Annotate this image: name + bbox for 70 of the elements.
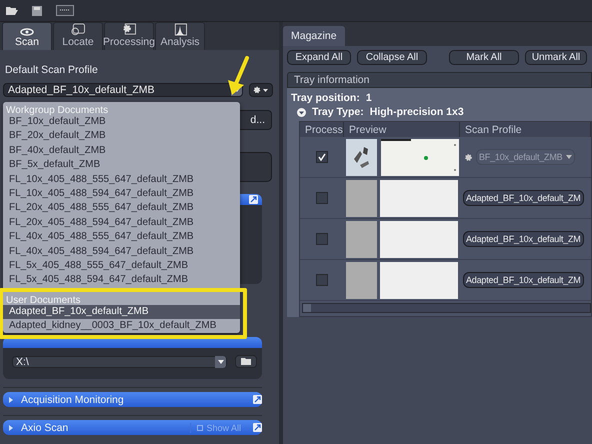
camera-icon <box>70 23 86 36</box>
folder-icon <box>241 358 251 365</box>
dropdown-item[interactable]: FL_5x_405_488_594_647_default_ZMB <box>3 273 240 288</box>
settings-button[interactable] <box>249 83 273 97</box>
dropdown-item[interactable]: BF_5x_default_ZMB <box>3 158 240 173</box>
toolbar-button[interactable]: Mark All <box>449 50 519 65</box>
dropdown-item[interactable]: BF_40x_default_ZMB <box>3 144 240 158</box>
dropdown-item[interactable]: BF_20x_default_ZMB <box>3 129 240 144</box>
gear-icon <box>121 23 137 36</box>
dropdown-item[interactable]: FL_20x_405_488_555_647_default_ZMB <box>3 201 240 216</box>
browse-button[interactable] <box>235 355 257 368</box>
checkbox[interactable] <box>316 192 328 204</box>
popout-icon[interactable] <box>249 195 258 204</box>
expand-icon <box>9 396 13 402</box>
dropdown-item[interactable]: FL_10x_405_488_555_647_default_ZMB <box>3 172 240 187</box>
tab[interactable]: Processing <box>104 22 154 50</box>
panel-title: Tray information <box>294 74 370 86</box>
checkbox-icon <box>197 424 204 430</box>
tab[interactable]: Scan <box>2 22 52 50</box>
check-icon <box>318 153 326 161</box>
expand-icon <box>9 424 13 430</box>
scan-profile-dropdown[interactable]: Adapted_BF_10x_default_ZM <box>463 272 584 288</box>
save-icon[interactable] <box>32 6 42 16</box>
dropdown-item[interactable]: FL_40x_405_488_555_647_default_ZMB <box>3 230 240 245</box>
field-label: Tray Type: <box>312 106 364 118</box>
eye-icon <box>20 28 34 36</box>
gear-icon <box>464 152 473 162</box>
slide-label-area <box>346 220 377 258</box>
dropdown-item[interactable]: FL_40x_405_488_594_647_default_ZMB <box>3 244 240 259</box>
field-value: High-precision 1x3 <box>370 106 464 118</box>
scan-profile-dropdown[interactable]: Adapted_BF_10x_default_ZM <box>463 231 584 247</box>
dropdown-item[interactable]: FL_5x_405_488_555_647_default_ZMB <box>3 258 240 274</box>
group-header: Workgroup Documents <box>6 105 108 116</box>
gear-icon <box>253 86 269 94</box>
slide-label-area <box>346 262 377 298</box>
dropdown-item[interactable]: FL_10x_405_488_594_647_default_ZMB <box>3 186 240 202</box>
scrollbar[interactable] <box>302 303 591 313</box>
popout-icon[interactable] <box>253 423 262 432</box>
field-label: Default Scan Profile <box>5 64 98 76</box>
column-header[interactable]: Process <box>300 122 344 137</box>
dropdown-item[interactable]: Adapted_BF_10x_default_ZMB <box>3 304 240 320</box>
annotation-arrow <box>226 56 250 96</box>
open-folder-icon[interactable] <box>6 6 18 16</box>
scan-profile-dropdown[interactable]: Adapted_BF_10x_default_ZMB <box>3 83 243 97</box>
column-header[interactable]: Scan Profile <box>460 122 591 137</box>
storage-path-field[interactable]: X:\ <box>12 356 227 368</box>
checkbox[interactable] <box>316 274 328 286</box>
tab[interactable]: Locate <box>53 22 103 50</box>
toolbar-button[interactable]: Unmark All <box>525 50 587 65</box>
toolbar-button[interactable]: Collapse All <box>357 50 427 65</box>
field-value: 1 <box>366 92 372 104</box>
slide-label-area <box>346 180 377 216</box>
scan-profile-dropdown[interactable]: Adapted_BF_10x_default_ZM <box>463 190 584 206</box>
collapse-icon[interactable] <box>297 108 306 116</box>
field-label: Tray position: <box>291 92 360 104</box>
section-header[interactable]: Acquisition Monitoring <box>3 392 262 407</box>
dropdown-item[interactable]: Adapted_kidney__0003_BF_10x_default_ZMB <box>3 319 240 334</box>
caret-icon <box>566 155 572 159</box>
keyboard-icon[interactable] <box>56 5 74 16</box>
checkbox[interactable] <box>316 233 328 245</box>
group-header: User Documents <box>6 294 80 306</box>
popout-icon[interactable] <box>253 395 262 404</box>
section-header[interactable]: Axio Scan Show All <box>3 420 262 435</box>
toolbar-button[interactable]: Expand All <box>287 50 351 65</box>
tab[interactable]: Magazine <box>283 26 345 46</box>
caret-icon <box>218 360 224 364</box>
dropdown-item[interactable]: FL_20x_405_488_594_647_default_ZMB <box>3 216 240 230</box>
tab[interactable]: Analysis <box>155 22 205 50</box>
histogram-icon <box>172 23 188 36</box>
column-header[interactable]: Preview <box>344 122 460 137</box>
